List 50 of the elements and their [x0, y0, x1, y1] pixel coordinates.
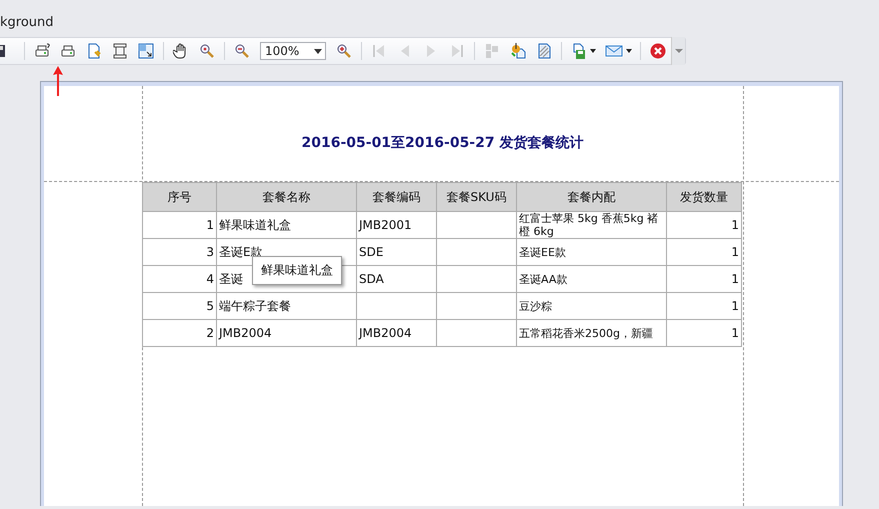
overflow-button[interactable] [671, 37, 685, 65]
printer-icon[interactable] [60, 43, 76, 59]
table-cell: JMB2004 [216, 320, 356, 346]
table-cell: 1 [666, 238, 742, 266]
window-title: kground [0, 15, 54, 30]
close-icon[interactable] [650, 43, 666, 59]
dropdown-caret-icon[interactable] [590, 49, 596, 53]
table-cell: 圣诞AA款 [516, 266, 666, 292]
table-cell: 2 [142, 320, 216, 346]
table-cell: JMB2001 [356, 212, 436, 238]
table-cell: 3 [142, 238, 216, 266]
table-cell: 5 [142, 292, 216, 320]
table-cell: JMB2004 [356, 320, 436, 346]
column-header: 套餐SKU码 [436, 182, 516, 212]
table-cell: SDE [356, 238, 436, 266]
column-header: 套餐名称 [216, 182, 356, 212]
arrow-annotation [53, 66, 63, 96]
table-cell: 1 [666, 212, 742, 238]
dropdown-caret-icon[interactable] [626, 49, 632, 53]
table-cell: 1 [666, 266, 742, 292]
zoom-out-icon[interactable] [234, 43, 250, 59]
table-cell: 圣诞EE款 [516, 238, 666, 266]
column-header: 套餐编码 [356, 182, 436, 212]
column-header: 套餐内配 [516, 182, 666, 212]
page-setup-icon[interactable] [86, 43, 102, 59]
paint-bucket-icon[interactable] [510, 43, 526, 59]
zoom-dropdown[interactable]: 100% [260, 42, 326, 60]
export-icon[interactable] [571, 43, 587, 59]
zoom-in-icon[interactable] [336, 43, 352, 59]
table-cell: 1 [666, 292, 742, 320]
dropdown-caret-icon[interactable] [314, 48, 322, 54]
table-cell: 红富士苹果 5kg 香蕉5kg 褚橙 6kg [516, 212, 666, 238]
table-cell: SDA [356, 266, 436, 292]
page-layout-icon[interactable] [112, 43, 128, 59]
table-cell: 1 [666, 320, 742, 346]
tooltip: 鲜果味道礼盒 [252, 256, 342, 285]
table-cell: 豆沙粽 [516, 292, 666, 320]
table-cell: 五常稻花香米2500g，新疆 [516, 320, 666, 346]
report-title: 2016-05-01至2016-05-27 发货套餐统计 [300, 134, 584, 152]
fit-page-icon[interactable] [138, 43, 154, 59]
column-header: 序号 [142, 182, 216, 212]
magnifier-icon[interactable] [199, 43, 215, 59]
table-cell: 1 [142, 212, 216, 238]
email-icon[interactable] [605, 43, 623, 59]
table-cell: 端午粽子套餐 [216, 292, 356, 320]
printer-icon[interactable] [34, 43, 50, 59]
table-cell: 4 [142, 266, 216, 292]
table-cell: 鲜果味道礼盒 [216, 212, 356, 238]
watermark-icon[interactable] [536, 43, 552, 59]
column-header: 发货数量 [666, 182, 742, 212]
